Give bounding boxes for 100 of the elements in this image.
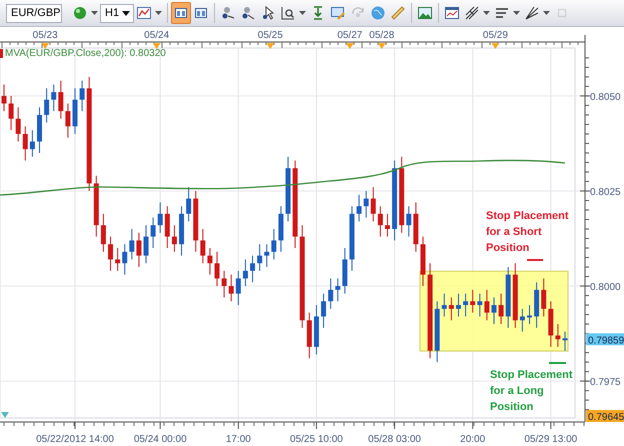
- candlestick: [484, 289, 490, 321]
- window-icon: [173, 5, 189, 21]
- candlestick: [456, 293, 461, 317]
- candlestick: [65, 103, 70, 138]
- candlestick: [321, 293, 326, 328]
- dropdown-field[interactable]: H1: [100, 4, 134, 22]
- candlestick: [115, 248, 120, 272]
- candlestick: [364, 190, 369, 218]
- candlestick: [172, 224, 177, 252]
- candlestick: [8, 95, 14, 131]
- date-label: 05/28: [369, 30, 394, 41]
- date-label: 05/25: [258, 30, 283, 41]
- time-label: 05/29 13:00: [524, 434, 578, 445]
- candlestick: [200, 228, 206, 264]
- candlestick: [506, 266, 511, 328]
- date-label: 05/24: [144, 30, 170, 41]
- ruler-icon: [390, 5, 406, 21]
- candlestick: [314, 304, 319, 355]
- candlestick: [44, 88, 50, 124]
- line-chart-icon: [136, 5, 152, 21]
- candlestick: [129, 228, 134, 260]
- candlestick: [158, 202, 163, 234]
- caret-icon: [155, 11, 162, 15]
- price-badge: 0.79859: [586, 333, 624, 346]
- candlestick: [470, 289, 476, 314]
- candlestick: [16, 106, 21, 142]
- candlestick: [442, 293, 447, 317]
- candlestick: [335, 278, 340, 302]
- fan-lines-icon: [524, 5, 540, 21]
- candlestick: [250, 255, 256, 283]
- price-label: 0.8025: [590, 186, 621, 198]
- candlestick: [356, 194, 362, 222]
- time-label: 17:00: [226, 434, 251, 445]
- picture-icon: [417, 5, 433, 21]
- time-label: 05/25 10:00: [290, 434, 343, 445]
- candlestick: [214, 251, 220, 287]
- indicator-marker-icon: [0, 49, 3, 58]
- candlestick: [534, 282, 540, 328]
- candlestick: [136, 232, 142, 268]
- window-chart-icon: [444, 5, 460, 21]
- candlestick: [555, 324, 560, 348]
- candlestick: [498, 293, 504, 325]
- candlestick: [164, 206, 170, 249]
- candlestick: [58, 80, 64, 120]
- candlestick: [22, 126, 28, 162]
- caret-icon: [543, 11, 550, 15]
- candlestick: [242, 258, 248, 287]
- candlestick: [207, 248, 212, 276]
- window-icon: [193, 5, 209, 21]
- candlestick: [51, 84, 56, 112]
- fork-lines-icon: [464, 5, 480, 21]
- price-label: 0.7975: [590, 377, 621, 388]
- time-label: 05/22/2012 14:00: [36, 434, 114, 445]
- candlestick: [94, 175, 99, 238]
- candlestick: [100, 213, 106, 252]
- candlestick: [108, 236, 114, 272]
- candlestick: [370, 186, 376, 222]
- candlestick: [328, 278, 334, 310]
- user-arrow-icon: [240, 5, 256, 21]
- candlestick: [306, 312, 312, 359]
- annotation-text: Stop Placement for a Long Position: [490, 368, 574, 415]
- candlestick: [179, 206, 184, 256]
- candlestick: [72, 88, 78, 134]
- candlestick: [342, 248, 348, 294]
- date-label: 05/23: [32, 30, 58, 41]
- candlestick: [257, 244, 262, 272]
- candlestick: [222, 270, 227, 298]
- indicator-label: MVA(EUR/GBP.Close,200): 0.80320: [5, 48, 166, 60]
- window-button[interactable]: [171, 2, 191, 24]
- candlestick: [278, 206, 284, 252]
- caret-icon: [299, 11, 306, 15]
- candlestick: [349, 206, 354, 272]
- pointer-icon: [260, 5, 276, 21]
- candlestick: [186, 186, 192, 222]
- candlestick: [448, 296, 454, 321]
- candlestick: [264, 244, 270, 268]
- sphere-icon: [72, 5, 88, 21]
- price-label: 0.8000: [590, 282, 621, 294]
- candlestick: [406, 206, 412, 238]
- candlestick: [271, 228, 276, 260]
- globe-icon: [370, 5, 386, 21]
- candlestick: [491, 296, 496, 325]
- caret-icon: [91, 11, 98, 15]
- dropdown-field[interactable]: EUR/GBP: [6, 4, 62, 22]
- zoom-icon: [280, 5, 296, 21]
- annotation-text: Stop Placement for a Short Position: [486, 209, 570, 256]
- candlestick: [520, 308, 525, 332]
- candlestick: [420, 236, 426, 287]
- candlestick: [2, 84, 6, 112]
- candlestick: [228, 274, 234, 302]
- candlestick: [193, 190, 198, 252]
- candlestick: [562, 331, 568, 352]
- date-label: 05/27: [337, 30, 362, 41]
- lines-icon: [494, 5, 510, 21]
- stop-level-marker: [549, 362, 566, 364]
- candlestick: [144, 224, 149, 264]
- date-label: 05/29: [482, 30, 508, 41]
- candlestick: [548, 300, 554, 348]
- candlestick: [541, 278, 546, 317]
- candlestick: [286, 156, 291, 222]
